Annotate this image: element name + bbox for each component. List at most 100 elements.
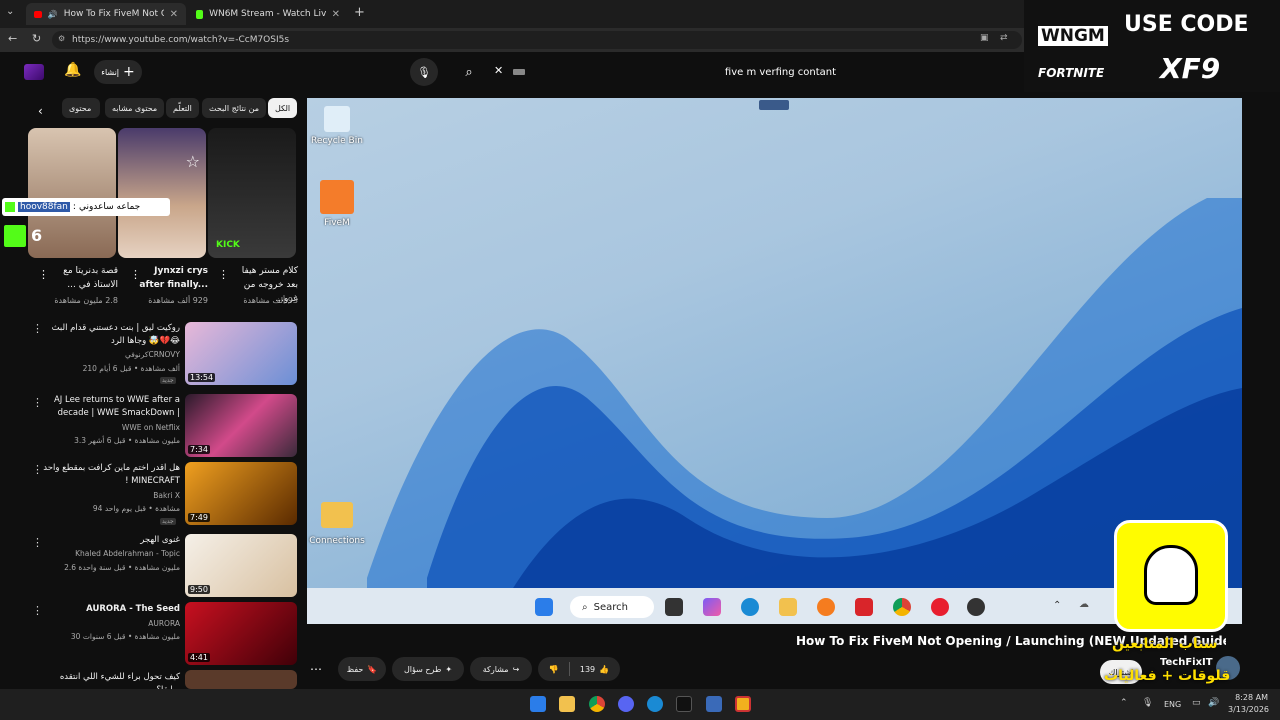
tab-list-icon[interactable]: ⌄ (6, 6, 14, 17)
chip-label: محتوى مشابه (112, 103, 158, 113)
snap-layout-icon (759, 100, 789, 110)
chips-left-arrow-icon[interactable]: ‹ (38, 104, 43, 118)
chip-content[interactable]: محتوى (62, 98, 100, 118)
short-title[interactable]: قصة بدنريتا مع الاستاذ في ... (48, 264, 118, 292)
refresh-icon[interactable]: ↻ (32, 32, 41, 45)
url-field[interactable]: ⚙ https://www.youtube.com/watch?v=-CcM7O… (52, 31, 1022, 49)
voice-search-button[interactable]: 🎙 (410, 58, 438, 86)
clock-time[interactable]: 8:28 AM (1232, 693, 1268, 702)
video-thumbnail[interactable]: 13:54 (185, 322, 297, 385)
tiktok-icon[interactable] (676, 696, 692, 712)
file-explorer-icon[interactable] (559, 696, 575, 712)
search-icon: ⌕ (582, 601, 588, 613)
photos-icon[interactable] (706, 696, 722, 712)
folder-icon (321, 502, 353, 528)
desktop-icon-fivem[interactable]: FiveM (307, 180, 367, 228)
create-button[interactable]: إنشاء + (94, 60, 142, 84)
use-code-label: USE CODE (1124, 12, 1249, 37)
icon-label: Recycle Bin (311, 136, 363, 146)
video-thumbnail[interactable]: 9:50 (185, 534, 297, 597)
ask-button[interactable]: طرح سؤال ✦ (392, 657, 464, 681)
back-icon[interactable]: ← (8, 32, 17, 45)
tab-youtube[interactable]: 🔊 How To Fix FiveM Not Openin ✕ (26, 3, 186, 25)
translate-icon[interactable]: ⇄ (1000, 33, 1008, 43)
short-title[interactable]: Jynxzi crys after finally... (138, 264, 208, 292)
desktop-icon-recycle-bin[interactable]: Recycle Bin (307, 106, 367, 146)
chip-label: الكل (275, 103, 291, 113)
clock-date[interactable]: 3/13/2026 (1228, 705, 1269, 714)
start-icon[interactable] (530, 696, 546, 712)
chevron-up-icon[interactable]: ⌃ (1120, 698, 1128, 708)
volume-icon[interactable]: 🔊 (1208, 698, 1219, 708)
video-title[interactable]: AURORA - The Seed (40, 603, 180, 616)
video-thumbnail[interactable]: 4:41 (185, 602, 297, 665)
chip-learning[interactable]: التعلّم (166, 98, 199, 118)
chip-related[interactable]: محتوى مشابه (105, 98, 165, 118)
app-icon[interactable] (735, 696, 751, 712)
chip-all[interactable]: الكل (268, 98, 298, 118)
video-meta: 2.6 مليون مشاهدة • قبل سنة واحدة (64, 563, 180, 572)
video-title[interactable]: هل اقدر اختم ماين كرافت بمقطع واحد ! MIN… (40, 462, 180, 488)
video-thumbnail[interactable]: 7:34 (185, 394, 297, 457)
site-info-icon[interactable]: ⚙ (58, 34, 65, 43)
close-tab-icon[interactable]: ✕ (332, 9, 340, 20)
mic-icon: 🎙 (417, 65, 431, 79)
chip-from-search[interactable]: من نتائج البحث (202, 98, 267, 118)
more-actions-icon[interactable]: ⋯ (310, 662, 322, 676)
video-thumbnail[interactable]: 7:49 (185, 462, 297, 525)
mic-icon[interactable]: 🎙 (1142, 698, 1153, 708)
video-channel[interactable]: كرنوفيCRNOVY (40, 350, 180, 359)
desktop-icon-connections[interactable]: Connections (307, 502, 367, 546)
video-channel[interactable]: AURORA (40, 619, 180, 628)
search-input[interactable]: five m verfing contant (488, 60, 848, 84)
tab-title: WN6M Stream - Watch Live on Ki (209, 9, 326, 19)
share-button[interactable]: مشاركة ↪ (470, 657, 532, 681)
more-options-icon[interactable]: ⋮ (130, 268, 141, 281)
notifications-icon[interactable]: 🔔 (64, 62, 81, 78)
kick-logo-icon (4, 225, 26, 247)
network-icon[interactable]: ▭ (1192, 698, 1201, 708)
avatar[interactable] (24, 64, 44, 80)
video-player[interactable]: Recycle Bin FiveM Connections (307, 98, 1242, 624)
like-icon[interactable]: 👍 (599, 665, 609, 674)
save-button[interactable]: حفظ 🔖 (338, 657, 386, 681)
copilot-icon (703, 598, 721, 616)
recycle-bin-icon (324, 106, 350, 132)
game-logo: FORTNITE (1038, 66, 1105, 80)
channel-name[interactable]: TechFixIT (1160, 657, 1213, 668)
reader-icon[interactable]: ▣ (980, 33, 989, 43)
language-indicator[interactable]: ENG (1164, 700, 1181, 709)
short-thumbnail[interactable]: ☆ (118, 128, 206, 258)
edge-icon[interactable] (647, 696, 663, 712)
overlay-text: سناب المتابعين (1112, 636, 1218, 652)
duration: 13:54 (188, 373, 216, 382)
duration: 4:41 (188, 653, 210, 662)
duration: 7:49 (188, 513, 210, 522)
new-tab-icon[interactable]: + (354, 5, 365, 20)
duration: 9:50 (188, 585, 210, 594)
video-channel[interactable]: WWE on Netflix (40, 423, 180, 432)
star-icon: ☆ (185, 152, 200, 171)
close-tab-icon[interactable]: ✕ (170, 9, 178, 20)
search-button[interactable]: ⌕ (455, 58, 483, 86)
discord-icon[interactable] (618, 696, 634, 712)
audio-icon[interactable]: 🔊 (48, 10, 58, 19)
chrome-icon[interactable] (589, 696, 605, 712)
chevron-up-icon: ⌃ (1053, 600, 1062, 611)
more-options-icon[interactable]: ⋮ (218, 268, 229, 281)
video-channel[interactable]: Bakri X (40, 491, 180, 500)
tab-kick[interactable]: WN6M Stream - Watch Live on Ki ✕ (188, 3, 348, 25)
video-thumbnail[interactable] (185, 670, 297, 689)
onedrive-icon: ☁ (1079, 599, 1089, 610)
dislike-icon[interactable]: 👎 (549, 665, 559, 674)
plus-icon: + (123, 64, 135, 80)
more-options-icon[interactable]: ⋮ (38, 268, 49, 281)
os-taskbar (0, 689, 1280, 720)
short-thumbnail[interactable]: KICK (208, 128, 296, 258)
video-title[interactable]: روكيت ليق | بنت دعستني قدام البث وجاها ا… (40, 322, 180, 348)
chip-label: من نتائج البحث (209, 103, 260, 113)
video-title[interactable]: غنوى الهجر (40, 534, 180, 547)
video-title[interactable]: AJ Lee returns to WWE after a decade | W… (40, 394, 180, 420)
save-label: حفظ (346, 664, 364, 674)
video-channel[interactable]: Khaled Abdelrahman - Topic (40, 549, 180, 558)
